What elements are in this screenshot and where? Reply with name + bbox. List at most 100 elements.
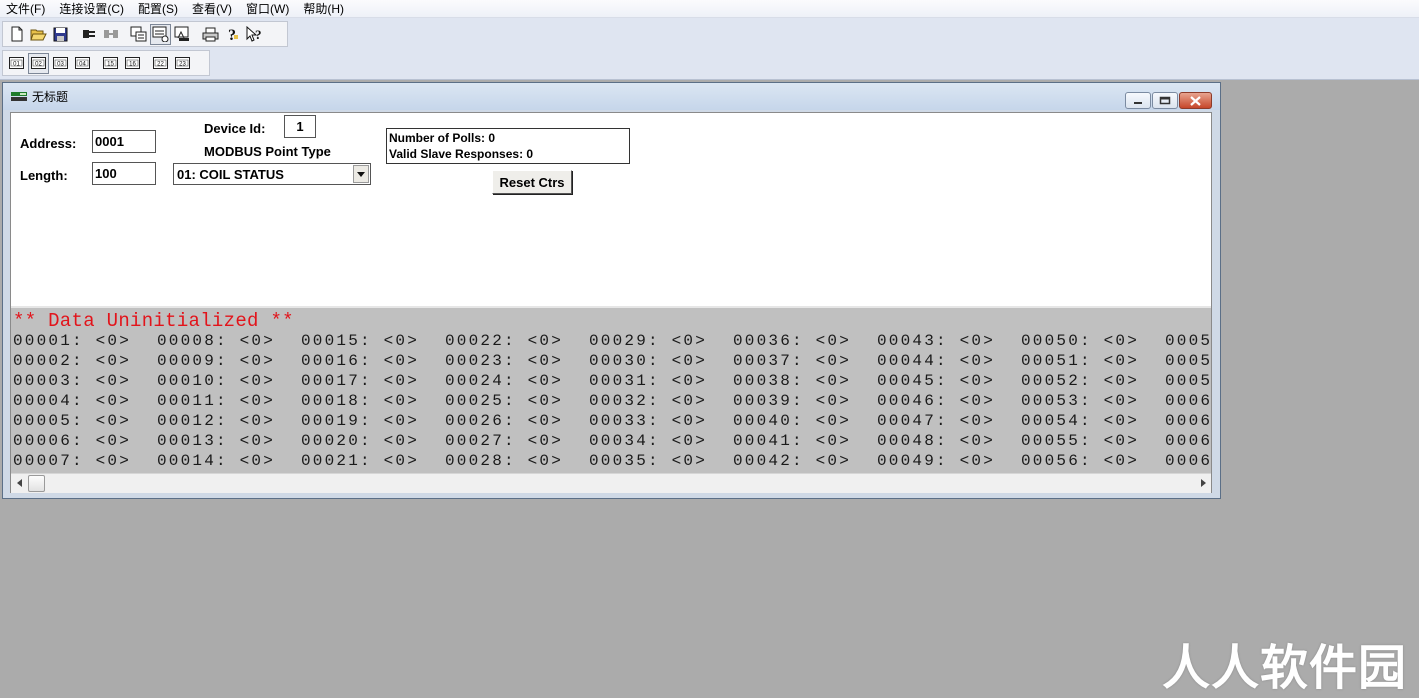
display-b-button[interactable] <box>150 23 171 45</box>
register-cell: 00047: <0> <box>877 412 996 430</box>
print-button[interactable] <box>200 24 221 45</box>
window-titlebar[interactable]: 无标题 <box>3 83 1220 110</box>
device-id-label: Device Id: <box>204 121 266 136</box>
open-button[interactable] <box>28 24 49 45</box>
connect-button[interactable] <box>78 24 99 45</box>
display-a-button[interactable] <box>128 24 149 45</box>
svg-text:01: 01 <box>13 61 20 67</box>
context-help-button[interactable]: ? <box>244 24 265 45</box>
register-cell: 00019: <0> <box>301 412 420 430</box>
func-01-button[interactable]: 01 <box>6 53 27 74</box>
main-toolbar: ?? <box>2 21 288 47</box>
minimize-button[interactable] <box>1125 92 1151 109</box>
register-cell: 00063: <0> <box>1165 452 1211 470</box>
register-cell: 00024: <0> <box>445 372 564 390</box>
register-cell: 00027: <0> <box>445 432 564 450</box>
menu-file[interactable]: 文件(F) <box>0 0 52 18</box>
register-cell: 00033: <0> <box>589 412 708 430</box>
register-cell: 00054: <0> <box>1021 412 1140 430</box>
new-button[interactable] <box>6 24 27 45</box>
menu-help[interactable]: 帮助(H) <box>296 0 351 18</box>
register-cell: 00059: <0> <box>1165 372 1211 390</box>
menu-window[interactable]: 窗口(W) <box>239 0 296 18</box>
length-input[interactable] <box>92 162 156 185</box>
register-cell: 00062: <0> <box>1165 432 1211 450</box>
minimize-icon <box>1134 101 1142 104</box>
register-cell: 00005: <0> <box>13 412 132 430</box>
point-type-select[interactable]: 01: COIL STATUS <box>173 163 371 185</box>
func-15-button[interactable]: 15 <box>100 53 121 74</box>
register-cell: 00011: <0> <box>157 392 276 410</box>
device-id-input[interactable] <box>284 115 316 138</box>
register-cell: 00050: <0> <box>1021 332 1140 350</box>
print-icon <box>202 27 219 41</box>
register-cell: 00046: <0> <box>877 392 996 410</box>
menu-bar: 文件(F) 连接设置(C) 配置(S) 查看(V) 窗口(W) 帮助(H) <box>0 0 1419 18</box>
window-controls <box>1125 92 1212 109</box>
func-23-button[interactable]: 23 <box>172 53 193 74</box>
data-status: ** Data Uninitialized ** <box>13 310 294 332</box>
register-cell: 00001: <0> <box>13 332 132 350</box>
display-c-icon <box>174 26 189 41</box>
scroll-left-icon[interactable] <box>14 478 24 488</box>
window-title: 无标题 <box>32 90 69 104</box>
register-cell: 00025: <0> <box>445 392 564 410</box>
register-cell: 00020: <0> <box>301 432 420 450</box>
register-cell: 00042: <0> <box>733 452 852 470</box>
register-cell: 00053: <0> <box>1021 392 1140 410</box>
reset-counters-button[interactable]: Reset Ctrs <box>492 170 572 194</box>
func-02-button[interactable]: 02 <box>28 52 49 74</box>
register-cell: 00055: <0> <box>1021 432 1140 450</box>
save-icon <box>53 27 68 41</box>
scroll-right-icon[interactable] <box>1198 478 1208 488</box>
register-cell: 00049: <0> <box>877 452 996 470</box>
address-input[interactable] <box>92 130 156 153</box>
polls-count: Number of Polls: 0 <box>389 131 496 145</box>
func-16-button[interactable]: 16 <box>122 53 143 74</box>
connect-icon <box>82 30 95 38</box>
context-help-icon: ? <box>246 26 262 42</box>
window-client: Address: Length: Device Id: MODBUS Point… <box>10 112 1212 493</box>
help-button[interactable]: ? <box>222 24 243 45</box>
svg-text:15: 15 <box>107 61 114 67</box>
func-22-button[interactable]: 22 <box>150 53 171 74</box>
func-03-button[interactable]: 03 <box>50 53 71 74</box>
restore-button[interactable] <box>1152 92 1178 109</box>
point-type-value: 01: COIL STATUS <box>177 166 284 182</box>
horizontal-scrollbar[interactable] <box>11 473 1211 493</box>
save-button[interactable] <box>50 24 71 45</box>
restore-icon <box>1159 96 1171 105</box>
new-icon <box>11 26 22 42</box>
register-cell: 00060: <0> <box>1165 392 1211 410</box>
register-cell: 00021: <0> <box>301 452 420 470</box>
address-label: Address: <box>20 136 77 151</box>
open-icon <box>30 29 47 40</box>
register-cell: 00052: <0> <box>1021 372 1140 390</box>
menu-view[interactable]: 查看(V) <box>185 0 239 18</box>
func-04-button[interactable]: 04 <box>72 53 93 74</box>
chevron-down-icon[interactable] <box>353 165 369 183</box>
register-cell: 00057: <0> <box>1165 332 1211 350</box>
disconnect-button[interactable] <box>100 24 121 45</box>
svg-text:?: ? <box>255 27 262 42</box>
menu-connection[interactable]: 连接设置(C) <box>52 0 131 18</box>
register-cell: 00045: <0> <box>877 372 996 390</box>
scroll-thumb[interactable] <box>28 475 45 492</box>
register-cell: 00032: <0> <box>589 392 708 410</box>
display-c-button[interactable] <box>172 24 193 45</box>
menu-setup[interactable]: 配置(S) <box>131 0 185 18</box>
register-cell: 00010: <0> <box>157 372 276 390</box>
register-cell: 00039: <0> <box>733 392 852 410</box>
register-cell: 00003: <0> <box>13 372 132 390</box>
register-cell: 00013: <0> <box>157 432 276 450</box>
func-22-icon: 22 <box>153 57 168 69</box>
register-cell: 00028: <0> <box>445 452 564 470</box>
close-button[interactable] <box>1179 92 1212 109</box>
register-cell: 00015: <0> <box>301 332 420 350</box>
register-cell: 00002: <0> <box>13 352 132 370</box>
func-16-icon: 16 <box>125 57 140 69</box>
register-cell: 00048: <0> <box>877 432 996 450</box>
window-app-icon <box>11 90 27 104</box>
register-cell: 00035: <0> <box>589 452 708 470</box>
watermark: 人人软件园 <box>1161 640 1407 696</box>
